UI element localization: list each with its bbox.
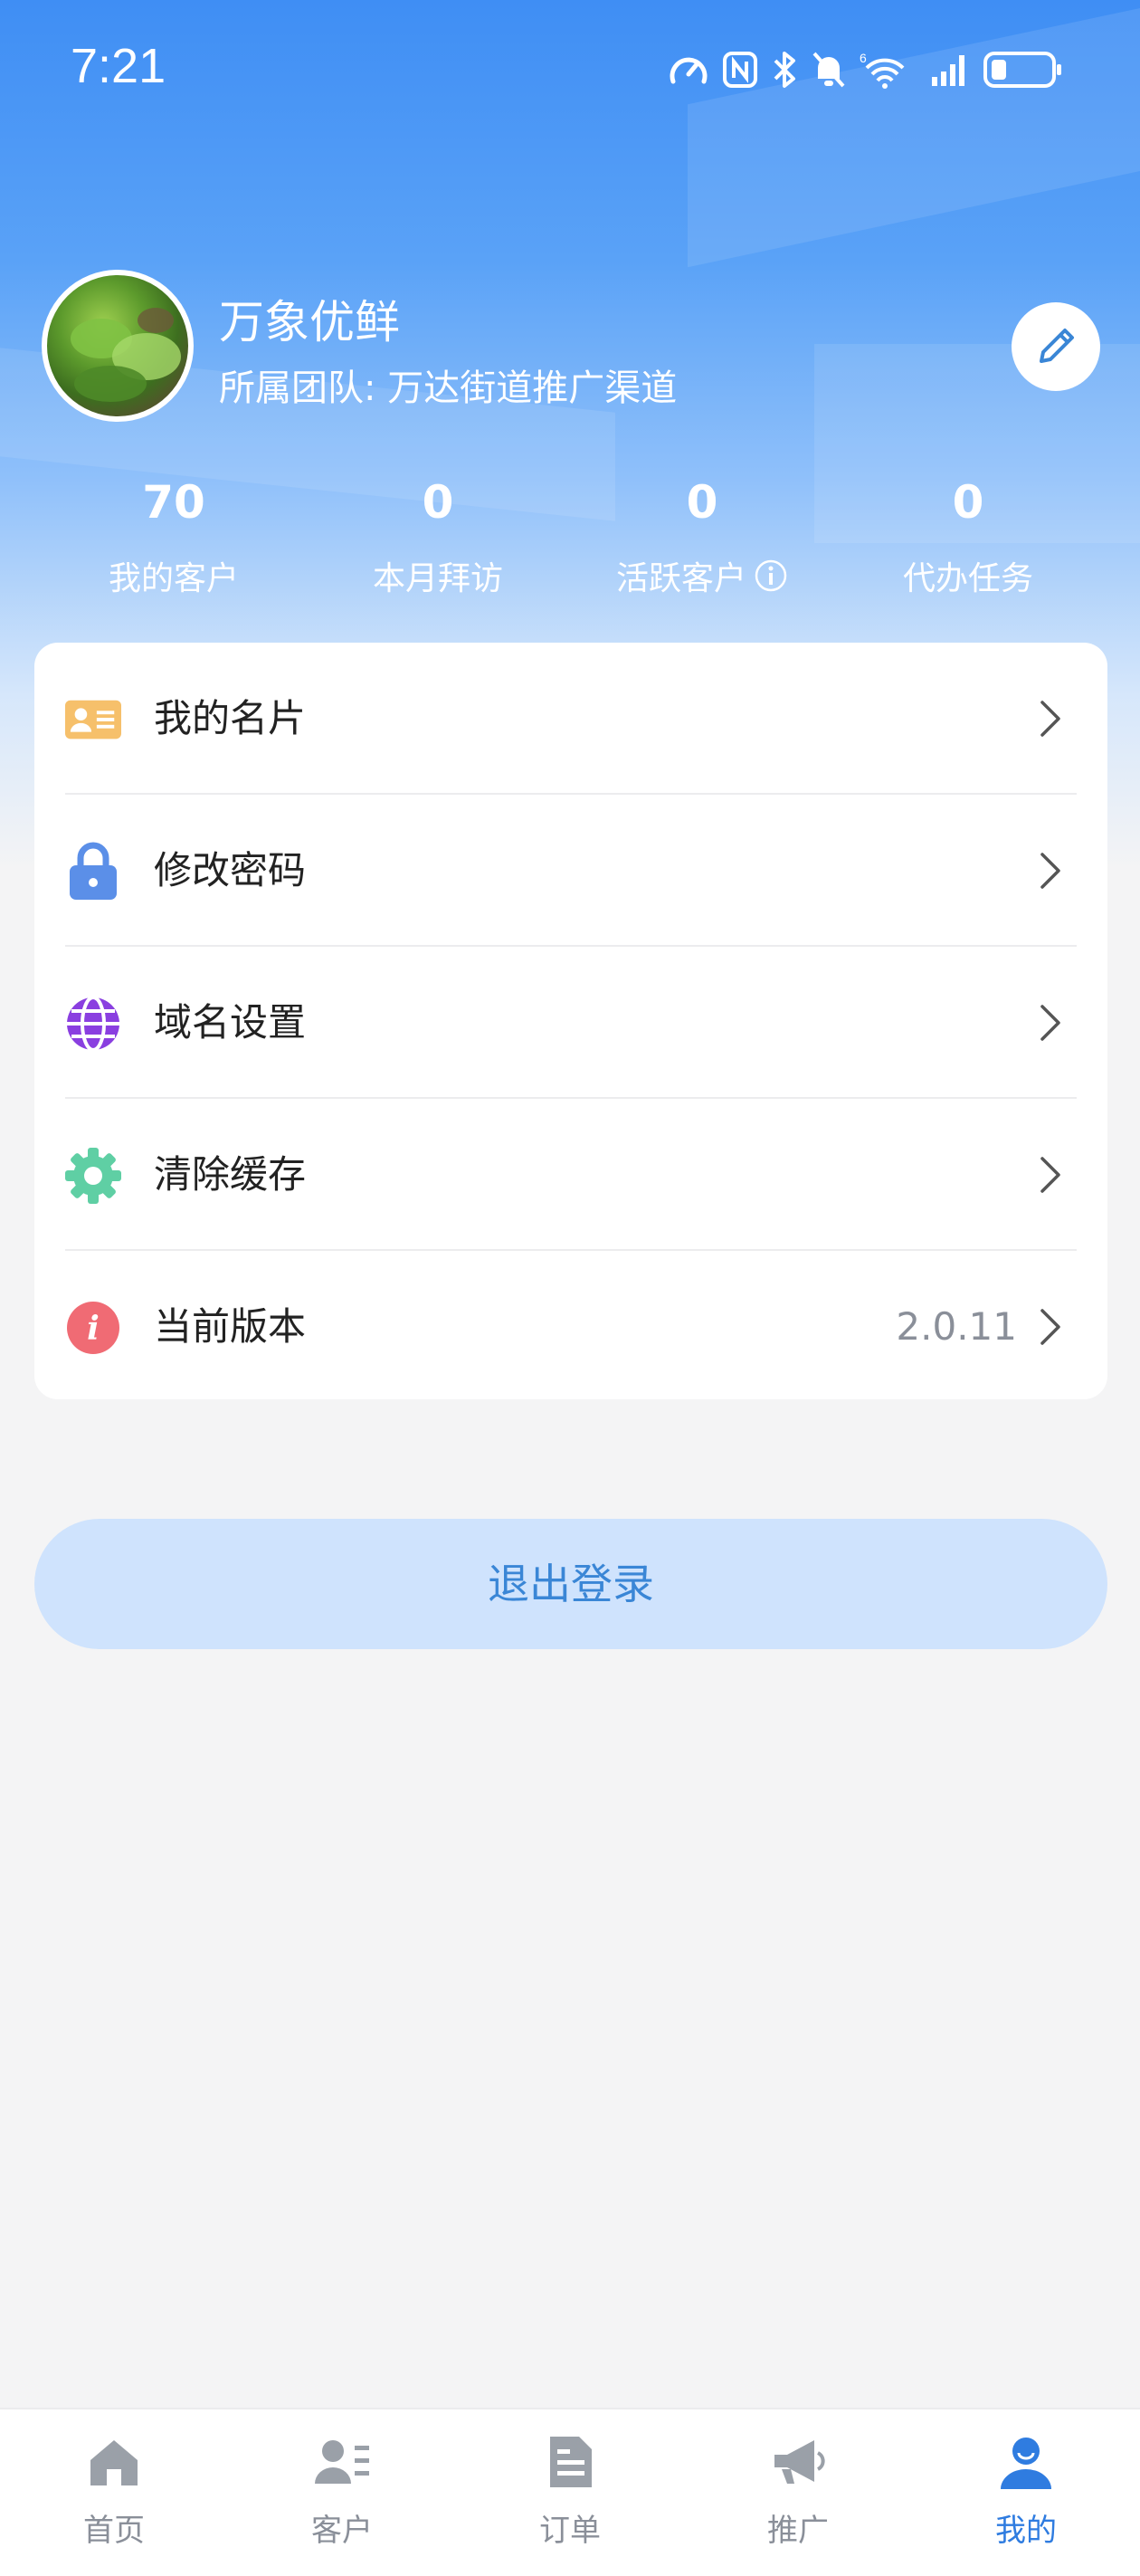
nfc-icon (723, 52, 757, 88)
tab-label: 客户 (311, 2513, 373, 2549)
stat-value: 0 (952, 476, 984, 529)
tab-orders[interactable]: 订单 (456, 2409, 684, 2576)
stat-label: 我的客户 (108, 560, 239, 597)
customers-icon (315, 2440, 369, 2484)
stat-active-customers[interactable]: 0 活跃客户 (566, 471, 838, 599)
user-team: 所属团队: 万达街道推广渠道 (219, 367, 678, 409)
stats-row: 70 我的客户 0 本月拜访 0 活跃客户 0 代办任务 (0, 471, 1140, 597)
status-time: 7:21 (71, 39, 166, 93)
tab-label: 订单 (539, 2513, 601, 2549)
stat-label: 本月拜访 (372, 560, 503, 597)
stat-value: 0 (422, 476, 454, 529)
stat-monthly-visits[interactable]: 0 本月拜访 (302, 471, 574, 599)
chevron-right-icon (1040, 1005, 1060, 1041)
bluetooth-icon (774, 52, 795, 88)
wifi-icon: 6 (860, 51, 905, 89)
speedometer-icon (670, 57, 708, 84)
edit-profile-button[interactable] (1012, 302, 1100, 391)
signal-icon (932, 55, 964, 86)
menu-item-business-card[interactable]: 我的名片 (34, 643, 1107, 795)
order-icon (550, 2437, 592, 2487)
megaphone-icon (774, 2440, 825, 2484)
battery-icon (983, 52, 1061, 88)
tab-label: 推广 (767, 2513, 829, 2549)
user-name: 万象优鲜 (219, 296, 400, 348)
chevron-right-icon (1040, 1309, 1060, 1345)
stat-label: 活跃客户 (615, 560, 746, 597)
stat-pending-tasks[interactable]: 0 代办任务 (832, 471, 1104, 599)
tab-profile[interactable]: 我的 (912, 2409, 1140, 2576)
business-card-icon (65, 692, 121, 748)
menu-item-label: 修改密码 (154, 848, 307, 892)
chevron-right-icon (1040, 701, 1060, 737)
menu-item-label: 我的名片 (154, 696, 307, 740)
home-icon (90, 2440, 138, 2485)
gear-icon (65, 1148, 121, 1204)
status-icons: 6 (668, 47, 1064, 92)
globe-icon (65, 996, 121, 1052)
info-icon: i (65, 1300, 121, 1356)
avatar[interactable] (42, 270, 194, 422)
chevron-right-icon (1040, 853, 1060, 889)
stat-label: 代办任务 (902, 560, 1033, 597)
info-circle-icon[interactable] (754, 558, 788, 593)
menu-item-clear-cache[interactable]: 清除缓存 (34, 1099, 1107, 1251)
menu-item-label: 域名设置 (154, 1000, 307, 1045)
tab-home[interactable]: 首页 (0, 2409, 228, 2576)
bottom-tab-bar: 首页 客户 订单 推广 我的 (0, 2408, 1140, 2576)
status-bar: 7:21 6 (0, 0, 1140, 145)
menu-item-label: 清除缓存 (154, 1152, 307, 1197)
svg-text:6: 6 (860, 51, 867, 65)
settings-menu-card: 我的名片 修改密码 域名设置 清除缓存 i 当前版本 2.0.11 (34, 643, 1107, 1399)
tab-customers[interactable]: 客户 (228, 2409, 456, 2576)
profile-icon (1001, 2438, 1051, 2489)
menu-item-label: 当前版本 (154, 1304, 307, 1349)
lock-icon (65, 842, 121, 900)
chevron-right-icon (1040, 1157, 1060, 1193)
version-value: 2.0.11 (896, 1304, 1017, 1349)
tab-label: 首页 (83, 2513, 145, 2549)
menu-item-current-version[interactable]: i 当前版本 2.0.11 (34, 1251, 1107, 1399)
bell-muted-icon (812, 52, 845, 88)
tab-label: 我的 (995, 2513, 1057, 2549)
avatar-photo (71, 308, 181, 402)
menu-item-domain-settings[interactable]: 域名设置 (34, 947, 1107, 1099)
stat-value: 0 (686, 476, 718, 529)
tab-promotion[interactable]: 推广 (684, 2409, 912, 2576)
profile-section: 万象优鲜 所属团队: 万达街道推广渠道 (0, 262, 1140, 444)
pencil-icon (1040, 329, 1074, 363)
logout-button[interactable]: 退出登录 (34, 1519, 1107, 1649)
svg-text:i: i (87, 1310, 100, 1348)
stat-my-customers[interactable]: 70 我的客户 (38, 471, 309, 599)
stat-value: 70 (142, 476, 205, 529)
menu-item-change-password[interactable]: 修改密码 (34, 795, 1107, 947)
